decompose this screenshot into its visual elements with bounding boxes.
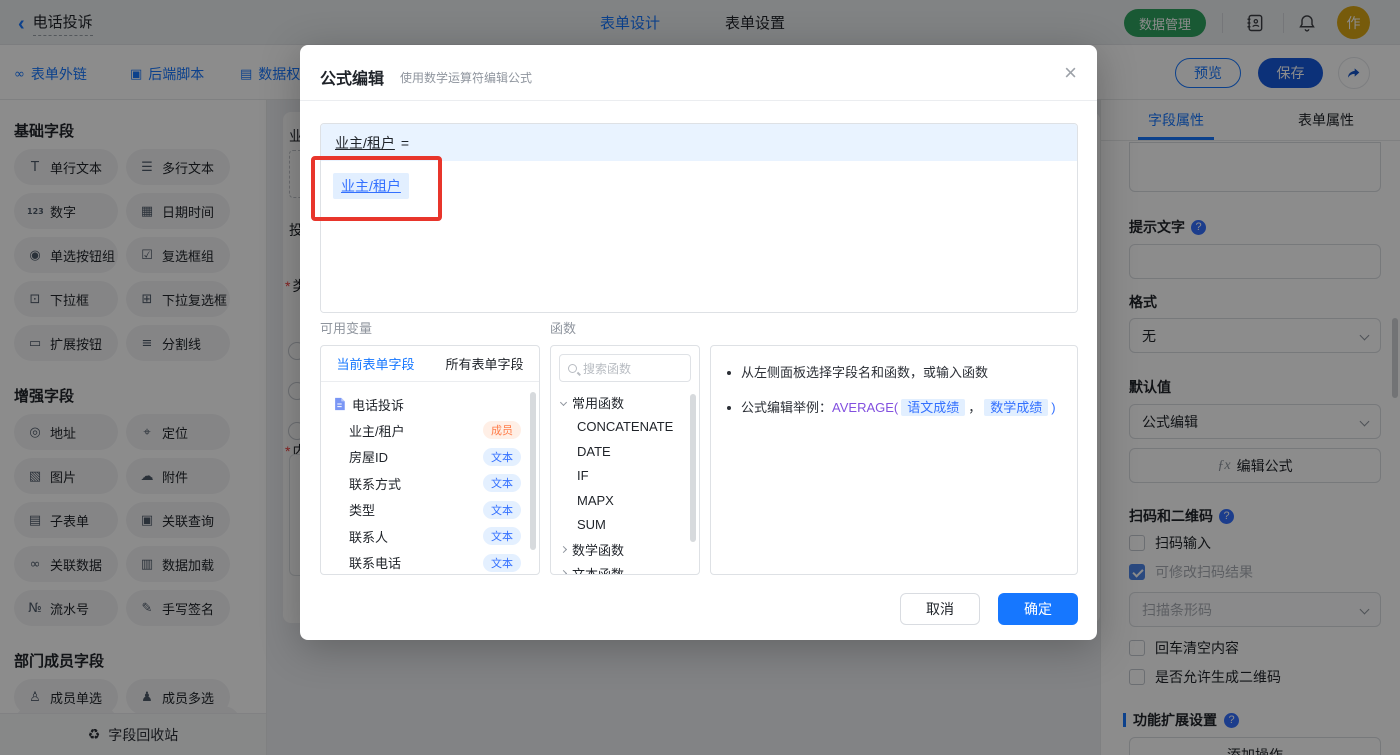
- scrollbar-thumb[interactable]: [690, 394, 696, 542]
- function-item[interactable]: SUM: [551, 513, 699, 538]
- variable-name: 联系方式: [349, 476, 402, 492]
- search-placeholder: 搜索函数: [583, 361, 632, 376]
- closing-paren: ): [1051, 400, 1056, 415]
- function-item[interactable]: CONCATENATE: [551, 415, 699, 440]
- bullet-dot: [727, 406, 731, 410]
- confirm-button[interactable]: 确定: [998, 593, 1078, 625]
- function-group-name: 常用函数: [572, 395, 625, 411]
- function-group-row[interactable]: 文本函数: [551, 562, 699, 575]
- close-icon[interactable]: ×: [1064, 59, 1077, 87]
- example-field-chip: 数学成绩: [984, 399, 1049, 416]
- function-group-name: 文本函数: [572, 567, 625, 575]
- formula-editor-dialog: 公式编辑 使用数学运算符编辑公式 × 业主/租户 = 业主/租户 可用变量 当前…: [300, 45, 1097, 640]
- function-item[interactable]: DATE: [551, 439, 699, 464]
- variable-name: 房屋ID: [349, 450, 389, 466]
- dialog-title: 公式编辑: [320, 71, 385, 88]
- variable-type-tag: 成员: [483, 421, 521, 440]
- variable-name: 联系人: [349, 529, 389, 545]
- variable-row[interactable]: 业主/租户 成员: [333, 417, 529, 444]
- variables-panel: 当前表单字段 所有表单字段 电话投诉 业主/租户 成员 房屋ID 文本 联系方式 文本 类型…: [320, 345, 540, 575]
- tips-panel: 从左侧面板选择字段名和函数，或输入函数 公式编辑举例：AVERAGE(语文成绩，…: [710, 345, 1078, 575]
- variable-type-tag: 文本: [483, 500, 521, 519]
- function-group-row[interactable]: 数学函数: [551, 537, 699, 562]
- variables-root-node[interactable]: 电话投诉: [333, 391, 529, 417]
- tip-line: 从左侧面板选择字段名和函数，或输入函数: [727, 363, 1063, 383]
- variables-tabs: 当前表单字段 所有表单字段: [321, 346, 539, 382]
- variable-type-tag: 文本: [483, 553, 521, 572]
- function-search-input[interactable]: 搜索函数: [559, 354, 691, 382]
- functions-panel: 搜索函数 常用函数 CONCATENATE DATE IF MAPX SUM 数学函数文本函…: [550, 345, 700, 575]
- tab-current-form-fields[interactable]: 当前表单字段: [336, 354, 414, 373]
- tip-example-line: 公式编辑举例：AVERAGE(语文成绩，数学成绩): [727, 398, 1063, 418]
- bullet-dot: [727, 371, 731, 375]
- function-group-name: 数学函数: [572, 542, 625, 558]
- chevron-down-icon: [559, 398, 568, 406]
- dialog-subtitle: 使用数学运算符编辑公式: [400, 71, 533, 85]
- variable-name: 业主/租户: [349, 423, 405, 439]
- formula-target-strip: 业主/租户 =: [321, 124, 1077, 161]
- cancel-button[interactable]: 取消: [900, 593, 980, 625]
- search-icon: [568, 363, 577, 373]
- variable-row[interactable]: 联系电话 文本: [333, 550, 529, 575]
- function-name: AVERAGE(: [832, 400, 899, 415]
- formula-target: 业主/租户: [335, 134, 395, 151]
- variables-list: 电话投诉 业主/租户 成员 房屋ID 文本 联系方式 文本 类型 文本 联系人 文本 联系电话 文本: [321, 382, 539, 575]
- scrollbar-thumb[interactable]: [530, 392, 536, 550]
- variable-name: 联系电话: [349, 556, 402, 572]
- variable-type-tag: 文本: [483, 474, 521, 493]
- formula-expression-area[interactable]: 业主/租户: [321, 161, 1077, 312]
- variable-row[interactable]: 联系方式 文本: [333, 470, 529, 497]
- variable-type-tag: 文本: [483, 527, 521, 546]
- function-item[interactable]: MAPX: [551, 488, 699, 513]
- chevron-right-icon: [559, 545, 568, 553]
- tab-all-form-fields[interactable]: 所有表单字段: [445, 354, 523, 373]
- variable-name: 类型: [349, 503, 376, 519]
- example-field-chip: 语文成绩: [901, 399, 966, 416]
- variable-type-tag: 文本: [483, 447, 521, 466]
- equals-sign: =: [400, 134, 410, 151]
- function-item[interactable]: IF: [551, 464, 699, 489]
- variables-label: 可用变量: [320, 321, 373, 336]
- app-window: ‹ 电话投诉 表单设计 表单设置 数据管理 作 ∞ 表单外链 ▣ 后端脚本 ▤ …: [0, 0, 1400, 755]
- function-group-row[interactable]: 常用函数: [551, 390, 699, 415]
- variable-row[interactable]: 联系人 文本: [333, 523, 529, 550]
- formula-editor: 业主/租户 = 业主/租户: [320, 123, 1078, 313]
- formula-field-chip[interactable]: 业主/租户: [333, 173, 409, 199]
- form-doc-icon: [335, 397, 345, 411]
- variable-row[interactable]: 房屋ID 文本: [333, 444, 529, 471]
- variable-row[interactable]: 类型 文本: [333, 497, 529, 524]
- divider: [300, 100, 1097, 101]
- functions-label: 函数: [550, 321, 577, 336]
- chevron-right-icon: [559, 570, 568, 574]
